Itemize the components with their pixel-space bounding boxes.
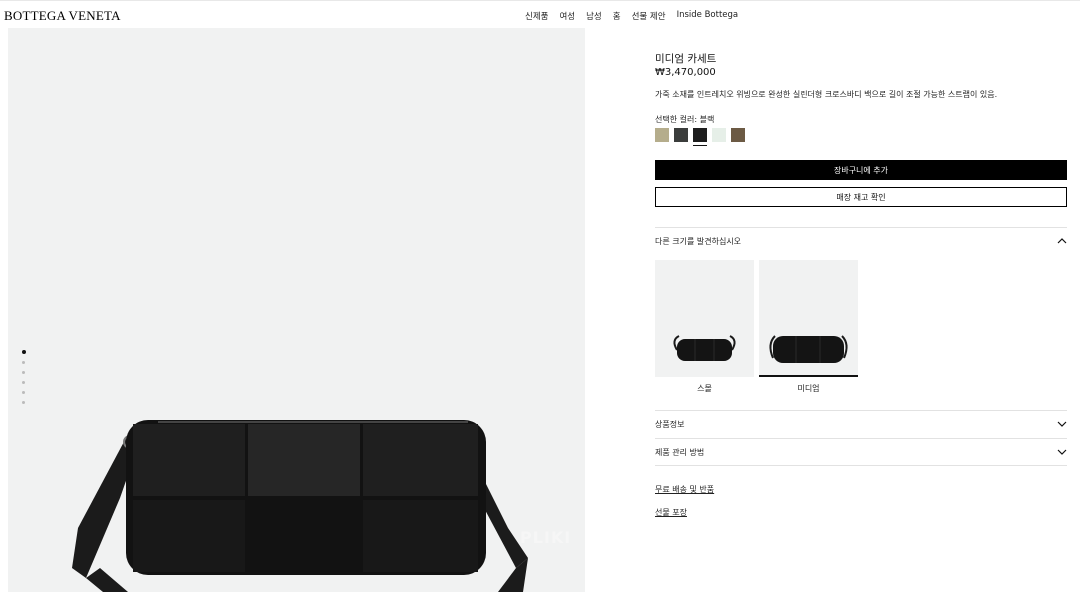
swatch-charcoal[interactable] (674, 128, 688, 142)
product-description: 가죽 소재를 인트레치오 위빙으로 완성한 실린더형 크로스바디 백으로 길이 … (655, 90, 998, 99)
pagination-dot[interactable] (22, 391, 25, 394)
product-image-gallery[interactable]: PLIKI (8, 28, 585, 592)
product-info-label: 상품정보 (655, 419, 685, 429)
add-to-cart-button[interactable]: 장바구니에 추가 (655, 160, 1067, 180)
nav-item-home[interactable]: 홈 (613, 10, 621, 22)
size-label-small: 스몰 (697, 384, 712, 393)
divider (655, 465, 1067, 466)
pagination-dot[interactable] (22, 381, 25, 384)
chevron-up-icon (1057, 238, 1067, 244)
nav-item-new[interactable]: 신제품 (525, 10, 548, 22)
nav-item-gifts[interactable]: 선물 제안 (632, 10, 666, 22)
watermark: PLIKI (520, 528, 572, 547)
chevron-down-icon (1057, 421, 1067, 427)
care-accordion[interactable]: 제품 관리 방법 (655, 439, 1067, 465)
swatch-black[interactable] (693, 128, 707, 146)
color-swatches (655, 128, 745, 146)
product-image (72, 420, 528, 592)
top-bar: BOTTEGA VENETA 신제품 여성 남성 홈 선물 제안 Inside … (0, 0, 1080, 28)
gift-wrap-link[interactable]: 선물 포장 (655, 507, 687, 518)
nav-item-inside-bottega[interactable]: Inside Bottega (677, 10, 739, 22)
product-info-accordion[interactable]: 상품정보 (655, 411, 1067, 437)
swatch-mint[interactable] (712, 128, 726, 142)
nav-item-women[interactable]: 여성 (559, 10, 575, 22)
pagination-dot[interactable] (22, 361, 25, 364)
check-stock-button[interactable]: 매장 재고 확인 (655, 187, 1067, 207)
gallery-pagination (22, 350, 26, 404)
brand-logo[interactable]: BOTTEGA VENETA (4, 8, 121, 24)
size-options: 스몰 미디엄 (655, 260, 858, 394)
shipping-returns-link[interactable]: 무료 배송 및 반품 (655, 484, 714, 495)
sizes-accordion-header[interactable]: 다른 크기를 발견하십시오 (655, 228, 1067, 254)
pagination-dot[interactable] (22, 350, 26, 354)
selected-color-label: 선택한 컬러: 블랙 (655, 115, 715, 124)
nav-item-men[interactable]: 남성 (586, 10, 602, 22)
size-image-small (655, 260, 754, 377)
pagination-dot[interactable] (22, 401, 25, 404)
product-price: ₩3,470,000 (655, 67, 716, 78)
size-label-medium: 미디엄 (797, 384, 820, 393)
chevron-down-icon (1057, 449, 1067, 455)
main-nav: 신제품 여성 남성 홈 선물 제안 Inside Bottega (525, 10, 738, 22)
size-image-medium (759, 260, 858, 377)
swatch-sand[interactable] (655, 128, 669, 142)
care-label: 제품 관리 방법 (655, 447, 705, 457)
pagination-dot[interactable] (22, 371, 25, 374)
product-title: 미디엄 카세트 (655, 53, 717, 65)
size-option-small[interactable]: 스몰 (655, 260, 754, 394)
size-option-medium[interactable]: 미디엄 (759, 260, 858, 394)
swatch-brown[interactable] (731, 128, 745, 142)
sizes-section-title: 다른 크기를 발견하십시오 (655, 236, 742, 246)
